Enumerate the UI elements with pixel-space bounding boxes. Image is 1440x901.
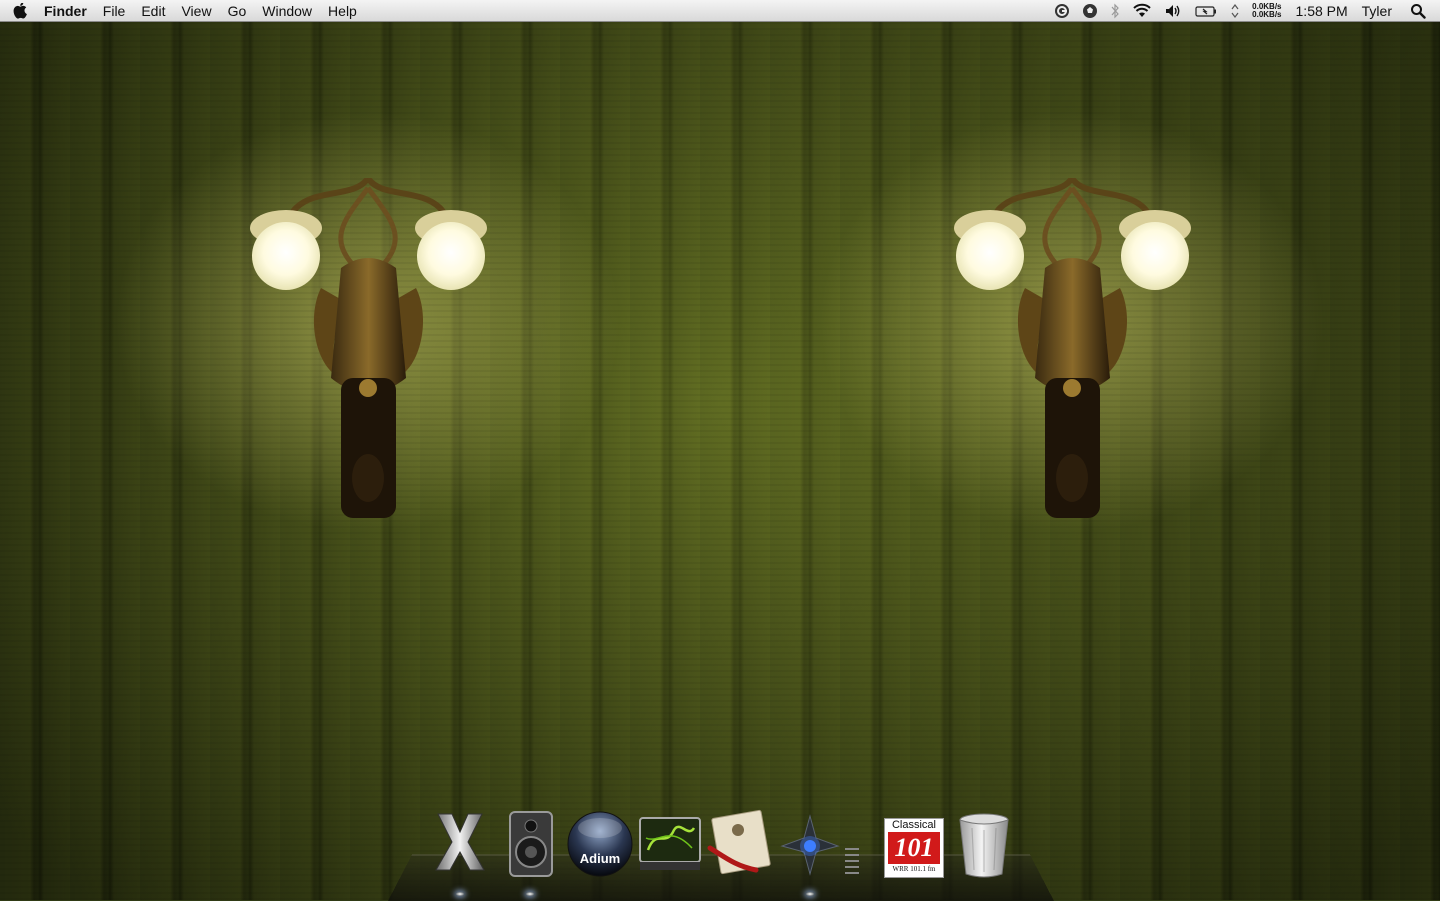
net-download-speed: 0.0KB/s bbox=[1252, 10, 1282, 19]
compass-star-icon bbox=[780, 814, 840, 876]
quill-letter-icon bbox=[707, 809, 771, 875]
dock-separator bbox=[842, 808, 862, 900]
wifi-icon[interactable] bbox=[1126, 0, 1158, 22]
up-down-arrows-icon[interactable] bbox=[1224, 0, 1246, 22]
dock-item-green-app[interactable] bbox=[636, 808, 708, 900]
dock-item-classical-radio[interactable]: Classical 101 WRR 101.1 fm bbox=[882, 808, 946, 900]
menu-view[interactable]: View bbox=[173, 0, 219, 22]
dock-item-adium[interactable]: Adium bbox=[566, 808, 638, 900]
dock-item-mac-os-x[interactable] bbox=[428, 808, 500, 900]
menu-help[interactable]: Help bbox=[320, 0, 365, 22]
running-indicator bbox=[806, 892, 814, 896]
dock-item-trash[interactable] bbox=[952, 808, 1024, 900]
battery-icon[interactable] bbox=[1188, 0, 1224, 22]
spotlight-search-icon[interactable] bbox=[1402, 0, 1440, 22]
classical-101-icon: Classical 101 WRR 101.1 fm bbox=[884, 818, 944, 878]
apple-menu-icon[interactable] bbox=[0, 2, 40, 19]
dock-item-speaker[interactable] bbox=[500, 808, 572, 900]
menu-window[interactable]: Window bbox=[254, 0, 320, 22]
radio-label-top: Classical bbox=[891, 819, 936, 831]
soccer-ball-status-icon[interactable] bbox=[1076, 0, 1104, 22]
running-indicator bbox=[456, 892, 464, 896]
menu-go[interactable]: Go bbox=[220, 0, 255, 22]
menu-edit[interactable]: Edit bbox=[133, 0, 173, 22]
fast-user-switch[interactable]: Tyler bbox=[1356, 3, 1402, 19]
volume-icon[interactable] bbox=[1158, 0, 1188, 22]
adium-icon bbox=[567, 811, 633, 877]
wall-lamp-right bbox=[950, 178, 1195, 528]
mac-os-x-icon bbox=[435, 813, 485, 871]
speaker-icon bbox=[509, 811, 553, 877]
bluetooth-icon[interactable] bbox=[1104, 0, 1126, 22]
growl-status-icon[interactable] bbox=[1048, 0, 1076, 22]
menubar-clock[interactable]: 1:58 PM bbox=[1288, 3, 1356, 19]
wall-lamp-left bbox=[246, 178, 491, 528]
adium-label: Adium bbox=[579, 851, 621, 866]
dock-item-compass-app[interactable] bbox=[776, 808, 848, 900]
radio-label-bottom: WRR 101.1 fm bbox=[892, 865, 936, 873]
menu-finder[interactable]: Finder bbox=[40, 0, 95, 22]
trash-icon bbox=[959, 813, 1009, 878]
desktop-wallpaper bbox=[0, 22, 1440, 900]
green-screen-app-icon bbox=[639, 817, 701, 870]
menu-bar: Finder File Edit View Go Window Help 0.0… bbox=[0, 0, 1440, 22]
radio-label-number: 101 bbox=[888, 832, 940, 864]
menu-file[interactable]: File bbox=[95, 0, 134, 22]
running-indicator bbox=[526, 892, 534, 896]
dock: Adium Classical 101 WRR 101.1 fm bbox=[428, 808, 1028, 900]
dock-item-quill-letter[interactable] bbox=[706, 808, 778, 900]
network-speed-meter[interactable]: 0.0KB/s 0.0KB/s bbox=[1246, 3, 1287, 19]
